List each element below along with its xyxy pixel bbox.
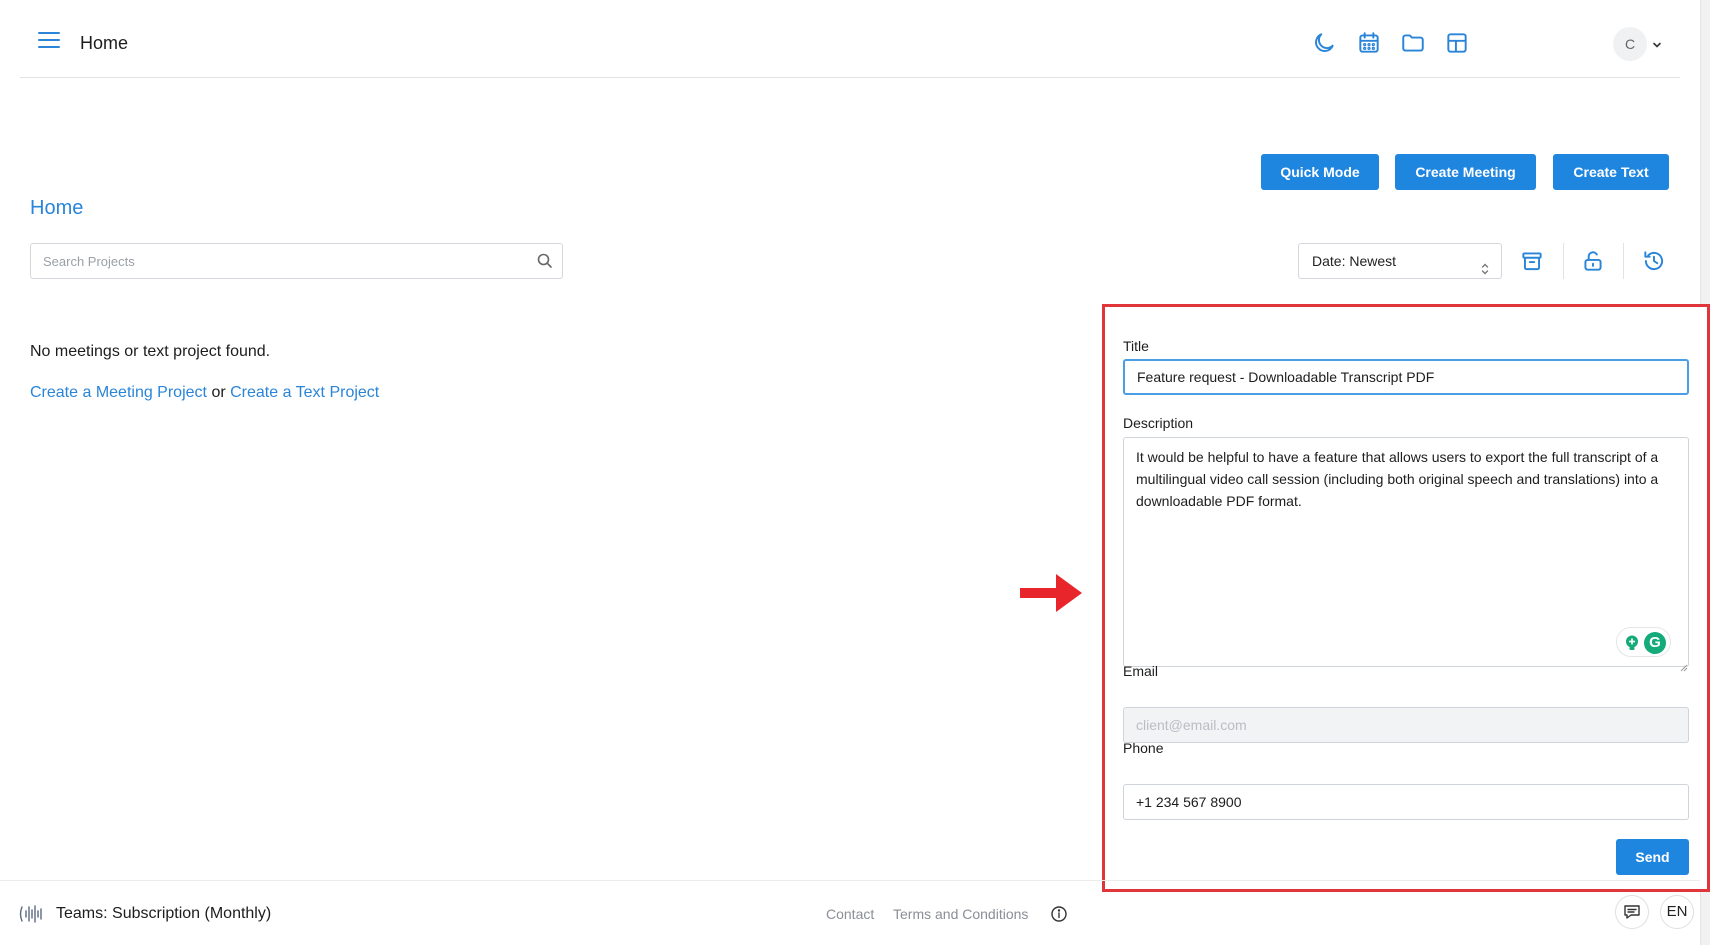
calendar-icon[interactable] [1356, 30, 1382, 56]
archive-icon[interactable] [1519, 248, 1545, 274]
moon-icon[interactable] [1311, 30, 1337, 56]
search-box [30, 243, 563, 279]
quick-mode-button[interactable]: Quick Mode [1261, 154, 1379, 190]
header-title: Home [80, 33, 129, 53]
user-avatar[interactable]: C [1613, 27, 1647, 61]
terms-link[interactable]: Terms and Conditions [893, 906, 1028, 922]
email-field[interactable] [1123, 707, 1689, 743]
info-icon[interactable] [1050, 905, 1068, 923]
sort-select-value: Date: Newest [1312, 253, 1397, 269]
create-meeting-project-link[interactable]: Create a Meeting Project [30, 384, 207, 401]
unlock-icon[interactable] [1580, 248, 1606, 274]
contact-link[interactable]: Contact [826, 906, 874, 922]
lightbulb-icon[interactable] [1623, 634, 1641, 652]
feedback-panel: Title Description It would be helpful to… [1102, 304, 1710, 892]
chevron-down-icon[interactable] [1651, 38, 1663, 50]
resize-grip-icon[interactable] [1680, 659, 1688, 672]
send-button[interactable]: Send [1616, 839, 1689, 875]
sort-select[interactable]: Date: Newest [1298, 243, 1502, 279]
create-text-project-link[interactable]: Create a Text Project [230, 384, 379, 401]
title-input[interactable] [1123, 359, 1689, 395]
team-subscription-label: Teams: Subscription (Monthly) [56, 905, 272, 922]
email-label: Email [1123, 663, 1159, 679]
table-layout-icon[interactable] [1444, 30, 1470, 56]
top-header: Home C [20, 0, 1680, 78]
phone-field[interactable] [1123, 784, 1689, 820]
folder-icon[interactable] [1400, 30, 1426, 56]
chat-button[interactable] [1615, 895, 1649, 929]
empty-state-links: Create a Meeting Project or Create a Tex… [30, 384, 379, 402]
grammarly-icon[interactable]: G [1644, 632, 1666, 654]
empty-state-message: No meetings or text project found. [30, 343, 271, 360]
phone-label: Phone [1123, 740, 1164, 756]
history-icon[interactable] [1641, 248, 1667, 274]
grammarly-widget[interactable]: G [1616, 627, 1671, 657]
search-icon[interactable] [536, 252, 554, 270]
title-label: Title [1123, 338, 1149, 354]
search-input[interactable] [31, 244, 511, 278]
description-textarea[interactable]: It would be helpful to have a feature th… [1123, 437, 1689, 667]
toolbar-divider [1563, 243, 1564, 279]
toolbar-divider [1623, 243, 1624, 279]
create-meeting-button[interactable]: Create Meeting [1395, 154, 1536, 190]
menu-icon[interactable] [38, 32, 60, 50]
waveform-logo-icon [18, 903, 44, 925]
updown-chevron-icon [1479, 254, 1491, 275]
links-connector: or [211, 384, 226, 401]
page-title: Home [30, 197, 84, 219]
description-label: Description [1123, 415, 1194, 431]
create-text-button[interactable]: Create Text [1553, 154, 1669, 190]
language-button[interactable]: EN [1660, 895, 1694, 929]
footer: Teams: Subscription (Monthly) Contact Te… [0, 880, 1700, 945]
arrow-right-icon [1020, 570, 1082, 616]
